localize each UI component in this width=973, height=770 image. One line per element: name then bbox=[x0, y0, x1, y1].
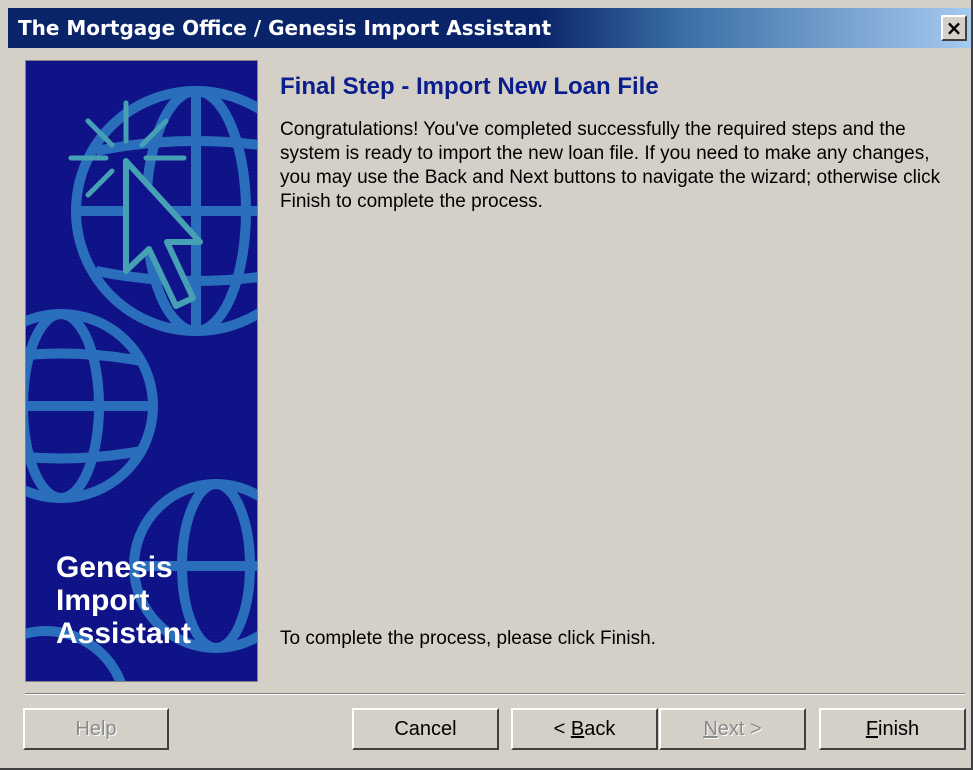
banner-title-line: Genesis bbox=[56, 551, 173, 584]
separator-line bbox=[25, 693, 965, 695]
step-description: Congratulations! You've completed succes… bbox=[280, 119, 941, 212]
back-button-label: ack bbox=[584, 718, 616, 740]
banner-title-line: Assistant bbox=[56, 617, 192, 650]
close-icon: × bbox=[945, 16, 963, 40]
window-title: The Mortgage Office / Genesis Import Ass… bbox=[18, 16, 552, 40]
finish-instruction: To complete the process, please click Fi… bbox=[280, 628, 656, 649]
cancel-button[interactable]: Cancel bbox=[352, 708, 499, 750]
next-button-label: ext > bbox=[717, 718, 762, 740]
back-button[interactable]: < Back bbox=[511, 708, 658, 750]
next-button-mnemonic: N bbox=[703, 718, 718, 740]
banner-title: Genesis Import Assistant bbox=[56, 551, 191, 650]
next-button[interactable]: Next > bbox=[659, 708, 806, 750]
help-button[interactable]: Help bbox=[23, 708, 169, 750]
finish-button[interactable]: Finish bbox=[819, 708, 966, 750]
banner-title-line: Import bbox=[56, 584, 150, 617]
close-button[interactable]: × bbox=[941, 15, 967, 41]
wizard-window: The Mortgage Office / Genesis Import Ass… bbox=[0, 0, 973, 770]
wizard-banner: Genesis Import Assistant bbox=[25, 60, 258, 682]
title-bar[interactable]: The Mortgage Office / Genesis Import Ass… bbox=[8, 8, 971, 48]
back-button-mnemonic: B bbox=[570, 718, 585, 740]
finish-button-label: inish bbox=[878, 718, 920, 740]
cancel-button-label: Cancel bbox=[394, 718, 457, 740]
step-heading: Final Step - Import New Loan File bbox=[280, 73, 659, 100]
back-button-prefix: < bbox=[553, 718, 571, 740]
help-button-label: Help bbox=[75, 718, 117, 740]
finish-button-mnemonic: F bbox=[865, 718, 879, 740]
